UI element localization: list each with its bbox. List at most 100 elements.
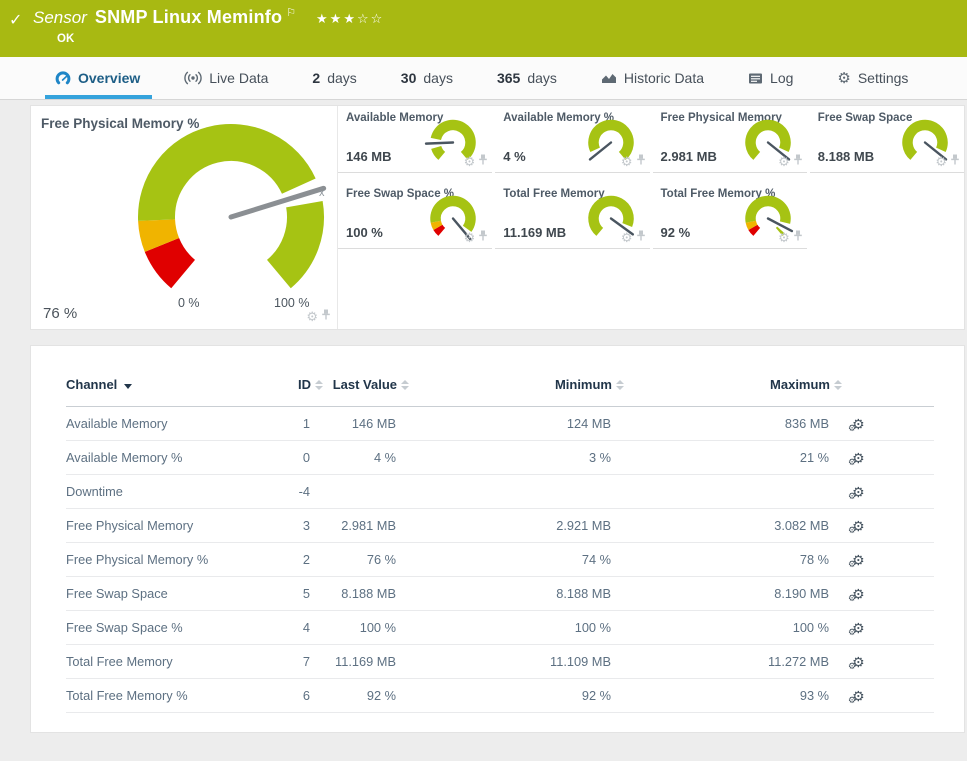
tab-label: Live Data xyxy=(209,70,269,86)
channel-maximum: 100 % xyxy=(624,610,842,646)
pin-icon[interactable] xyxy=(321,307,331,325)
pin-icon[interactable] xyxy=(478,228,488,246)
tab-settings[interactable]: ⚙ Settings xyxy=(837,57,908,99)
channel-maximum: 836 MB xyxy=(624,406,842,442)
channel-settings-gears-icon[interactable]: ⚙ ⚙ xyxy=(848,587,865,603)
column-header-channel[interactable]: Channel xyxy=(66,372,253,408)
tab-label: Overview xyxy=(78,70,141,86)
channel-settings-gears-icon[interactable]: ⚙ ⚙ xyxy=(848,553,865,569)
gauge-settings-gear-icon[interactable]: ⚙ xyxy=(621,231,633,244)
channel-last-value: 4 % xyxy=(323,440,409,476)
channel-settings-gears-icon[interactable]: ⚙ ⚙ xyxy=(848,621,865,637)
tab-log[interactable]: Log xyxy=(748,57,793,99)
mini-gauge-card[interactable]: Available Memory 146 MB ⚙ xyxy=(338,106,493,173)
tab-overview[interactable]: Overview xyxy=(44,57,153,99)
channel-id: 2 xyxy=(253,542,323,578)
channel-minimum: 92 % xyxy=(409,678,624,714)
mini-gauge-grid: Available Memory 146 MB ⚙ Available Memo… xyxy=(338,106,964,329)
pin-icon[interactable] xyxy=(793,228,803,246)
tab-number: 2 xyxy=(312,70,321,86)
tab-365-days[interactable]: 365 days xyxy=(497,57,557,99)
mini-gauge-value: 2.981 MB xyxy=(660,149,717,164)
flag-icon[interactable]: ⚐ xyxy=(286,6,296,19)
gauge-settings-gear-icon[interactable]: ⚙ xyxy=(464,231,476,244)
pin-icon[interactable] xyxy=(636,152,646,170)
channel-name[interactable]: Total Free Memory % xyxy=(66,678,253,714)
table-row: Free Swap Space % 4 100 % 100 % 100 % ⚙ ⚙ xyxy=(66,610,934,646)
tab-live-data[interactable]: Live Data xyxy=(184,57,268,99)
channel-name[interactable]: Available Memory xyxy=(66,406,253,442)
gauge-settings-gear-icon[interactable]: ⚙ xyxy=(306,310,318,323)
channel-id: 0 xyxy=(253,440,323,476)
table-header-row: Channel ID Last Value Minimum Maximum xyxy=(66,372,934,408)
pin-icon[interactable] xyxy=(950,152,960,170)
log-icon xyxy=(748,72,763,85)
gauge-settings-gear-icon[interactable]: ⚙ xyxy=(935,155,947,168)
channel-id: -4 xyxy=(253,474,323,510)
channel-settings-gears-icon[interactable]: ⚙ ⚙ xyxy=(848,485,865,501)
pin-icon[interactable] xyxy=(636,228,646,246)
channel-name[interactable]: Downtime xyxy=(66,474,253,510)
channel-name[interactable]: Free Swap Space % xyxy=(66,610,253,646)
channel-settings-gears-icon[interactable]: ⚙ ⚙ xyxy=(848,519,865,535)
gauge-settings-gear-icon[interactable]: ⚙ xyxy=(778,231,790,244)
mean-marker: x̄ xyxy=(319,187,325,199)
table-row: Available Memory % 0 4 % 3 % 21 % ⚙ ⚙ xyxy=(66,440,934,476)
channel-maximum: 8.190 MB xyxy=(624,576,842,612)
tab-label: Log xyxy=(770,70,794,86)
channel-id: 3 xyxy=(253,508,323,544)
tab-30-days[interactable]: 30 days xyxy=(401,57,453,99)
column-header-id[interactable]: ID xyxy=(253,372,323,408)
channel-maximum: 11.272 MB xyxy=(624,644,842,680)
tab-historic-data[interactable]: Historic Data xyxy=(601,57,704,99)
gauge-settings-gear-icon[interactable]: ⚙ xyxy=(621,155,633,168)
column-header-maximum[interactable]: Maximum xyxy=(624,372,842,408)
column-header-last-value[interactable]: Last Value xyxy=(323,372,409,408)
channel-settings-gears-icon[interactable]: ⚙ ⚙ xyxy=(848,451,865,467)
stars-empty[interactable]: ☆☆ xyxy=(357,11,384,26)
table-row: Total Free Memory 7 11.169 MB 11.109 MB … xyxy=(66,644,934,680)
table-row: Total Free Memory % 6 92 % 92 % 93 % ⚙ ⚙ xyxy=(66,678,934,714)
sensor-title: SNMP Linux Meminfo xyxy=(94,7,283,27)
table-row: Available Memory 1 146 MB 124 MB 836 MB … xyxy=(66,406,934,442)
channel-minimum: 8.188 MB xyxy=(409,576,624,612)
pin-icon[interactable] xyxy=(478,152,488,170)
gauge-settings-gear-icon[interactable]: ⚙ xyxy=(464,155,476,168)
mini-gauge-card[interactable]: Total Free Memory 11.169 MB ⚙ xyxy=(495,182,650,249)
channel-maximum: 78 % xyxy=(624,542,842,578)
channel-last-value: 100 % xyxy=(323,610,409,646)
mini-gauge-card[interactable]: Free Physical Memory 2.981 MB ⚙ xyxy=(652,106,807,173)
tab-label: Settings xyxy=(857,70,909,86)
mini-gauge-value: 4 % xyxy=(503,149,526,164)
mini-gauge-card[interactable]: Available Memory % 4 % ⚙ xyxy=(495,106,650,173)
channel-settings-gears-icon[interactable]: ⚙ ⚙ xyxy=(848,655,865,671)
column-header-minimum[interactable]: Minimum xyxy=(409,372,624,408)
mini-gauge-card[interactable]: Total Free Memory % 92 % ⚙ xyxy=(652,182,807,249)
channel-name[interactable]: Free Physical Memory xyxy=(66,508,253,544)
channel-id: 5 xyxy=(253,576,323,612)
channel-table: Channel ID Last Value Minimum Maximum Av… xyxy=(66,372,934,714)
mini-gauge-card[interactable]: Free Swap Space 8.188 MB ⚙ xyxy=(809,106,964,173)
channel-name[interactable]: Total Free Memory xyxy=(66,644,253,680)
tab-bar: Overview Live Data 2 days 30 days 365 days Histo… xyxy=(0,57,967,100)
channel-last-value: 146 MB xyxy=(323,406,409,442)
channel-minimum: 2.921 MB xyxy=(409,508,624,544)
tab-2-days[interactable]: 2 days xyxy=(312,57,356,99)
gauge-icon xyxy=(55,70,71,86)
channel-settings-gears-icon[interactable]: ⚙ ⚙ xyxy=(848,689,865,705)
channel-name[interactable]: Free Physical Memory % xyxy=(66,542,253,578)
tab-number: 365 xyxy=(496,70,521,86)
channel-name[interactable]: Free Swap Space xyxy=(66,576,253,612)
stars-filled[interactable]: ★★★ xyxy=(316,11,357,26)
mini-gauge-card[interactable]: Free Swap Space % 100 % ⚙ xyxy=(338,182,493,249)
channel-name[interactable]: Available Memory % xyxy=(66,440,253,476)
priority-stars[interactable]: ★★★☆☆ xyxy=(316,11,384,27)
mini-gauge-value: 92 % xyxy=(660,225,691,240)
table-row: Free Swap Space 5 8.188 MB 8.188 MB 8.19… xyxy=(66,576,934,612)
pin-icon[interactable] xyxy=(793,152,803,170)
channel-settings-gears-icon[interactable]: ⚙ ⚙ xyxy=(848,417,865,433)
gauge-settings-gear-icon[interactable]: ⚙ xyxy=(778,155,790,168)
primary-channel-gauge-card[interactable]: Free Physical Memory % x̄ 0 % 100 % 76 %… xyxy=(31,106,338,329)
channel-last-value: 2.981 MB xyxy=(323,508,409,544)
channel-maximum xyxy=(624,474,842,510)
